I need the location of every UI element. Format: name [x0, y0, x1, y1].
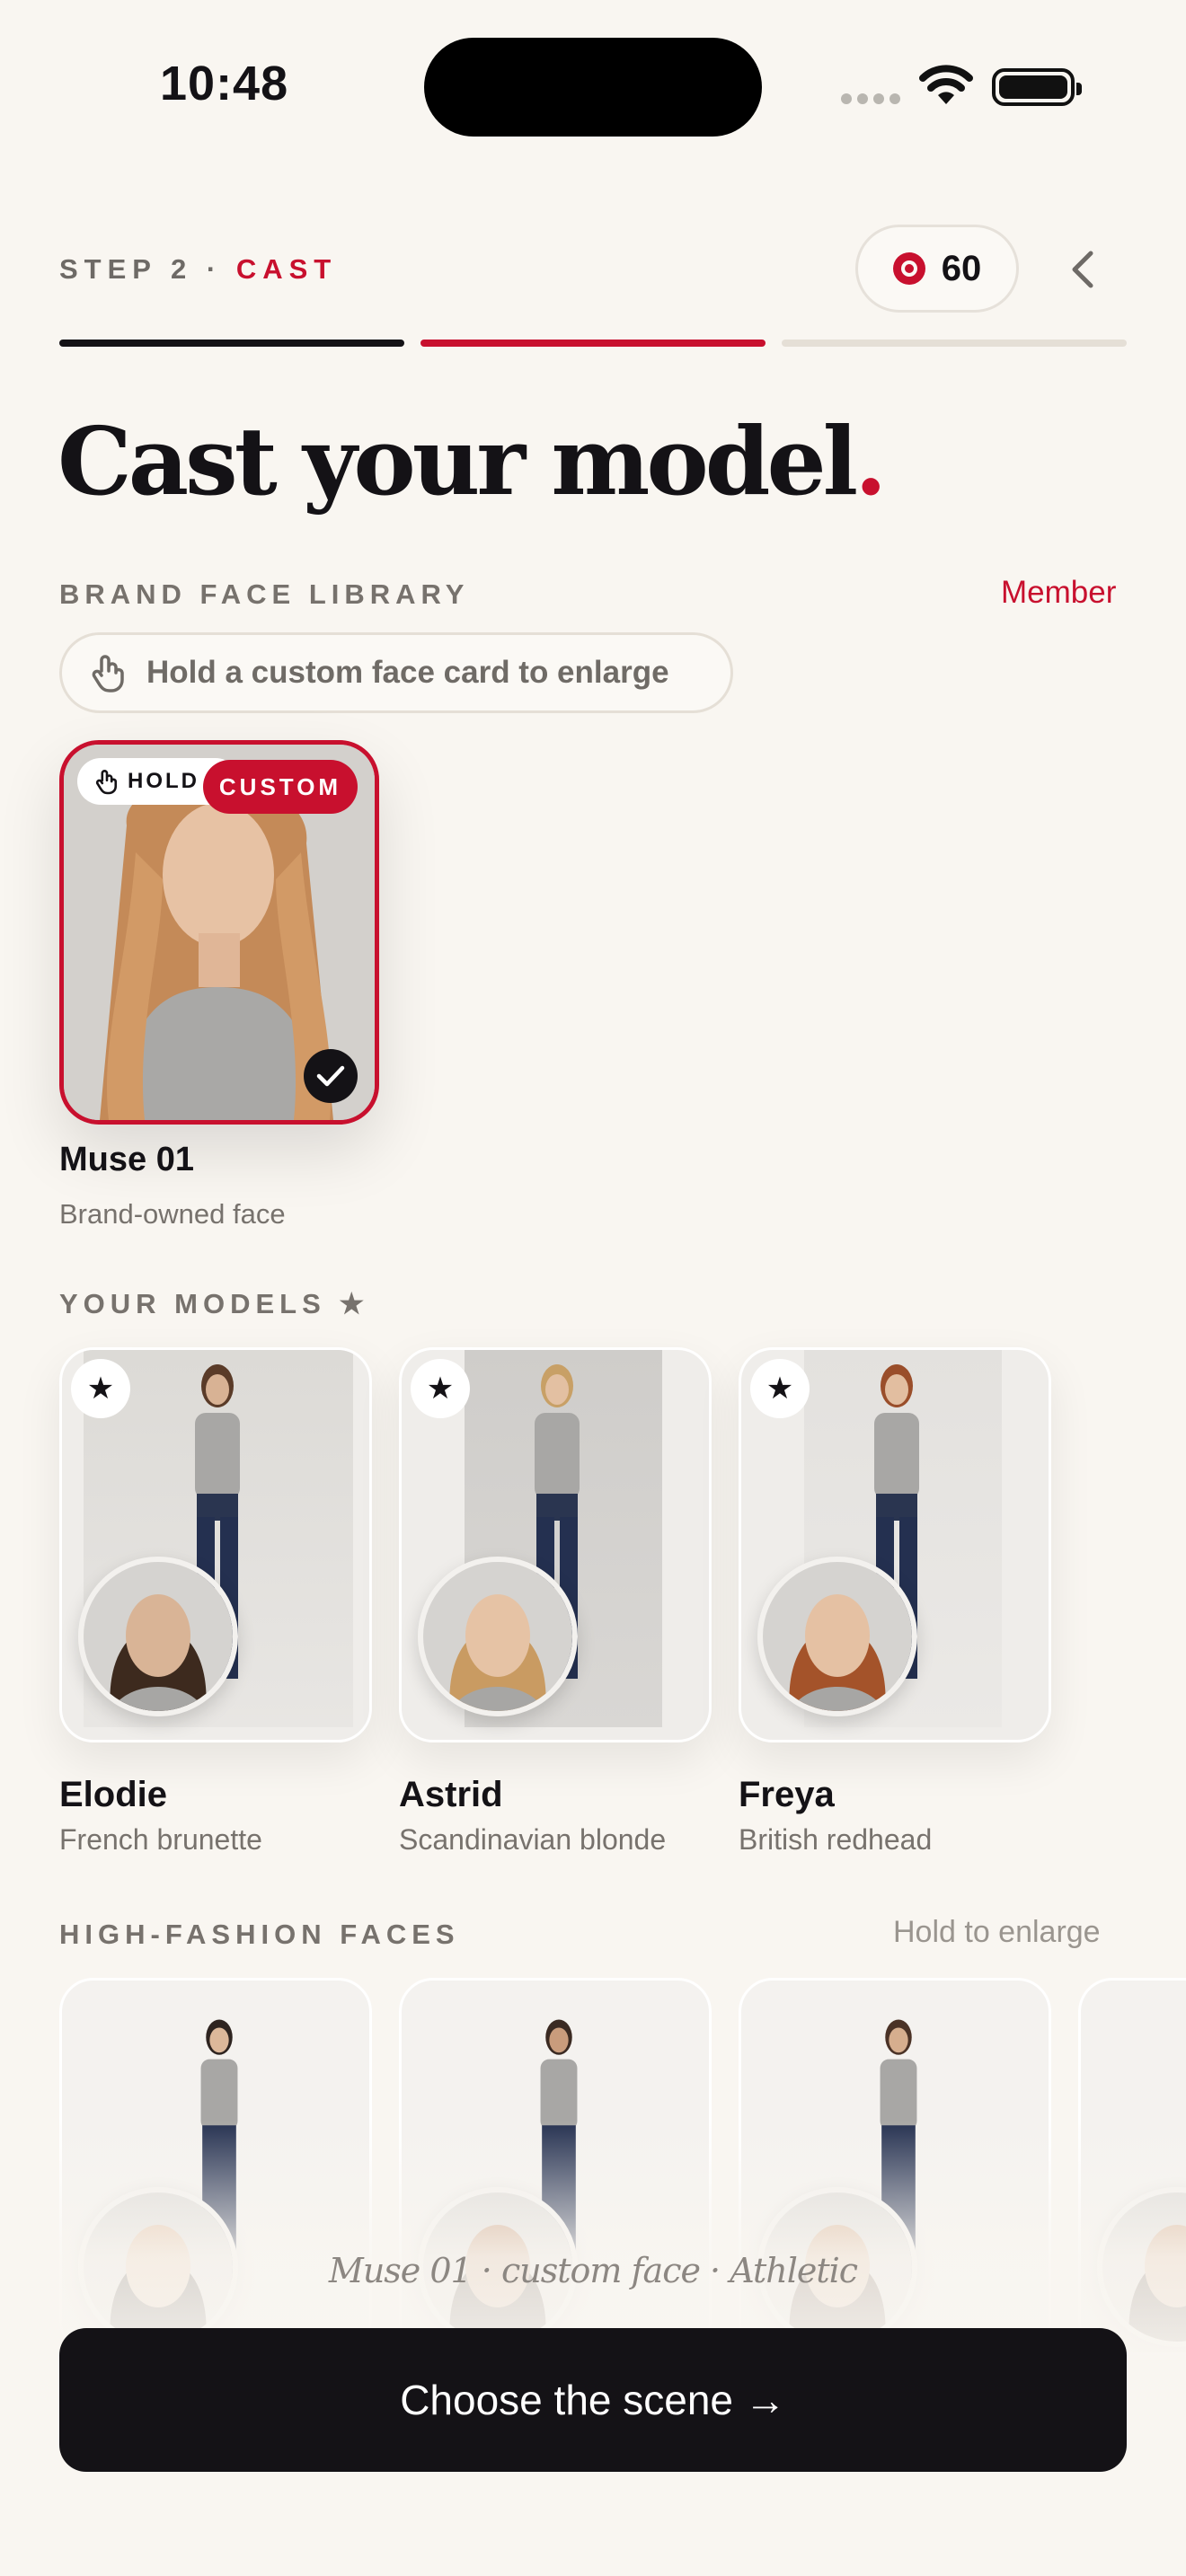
progress-step-3	[782, 340, 1127, 347]
model-name: Freya	[739, 1775, 835, 1814]
status-time: 10:48	[160, 57, 289, 110]
avatar	[78, 1557, 238, 1716]
model-name: Astrid	[399, 1775, 503, 1814]
dynamic-island	[424, 38, 762, 137]
avatar	[757, 1557, 917, 1716]
section-brand-face-library: BRAND FACE LIBRARY	[59, 578, 470, 610]
checkmark-icon	[304, 1049, 358, 1103]
model-subtitle: British redhead	[739, 1823, 933, 1856]
model-subtitle: Scandinavian blonde	[399, 1823, 667, 1856]
star-icon[interactable]: ★	[750, 1359, 810, 1418]
battery-icon	[992, 68, 1082, 106]
section-your-models: YOUR MODELS ★	[59, 1288, 370, 1319]
step-prefix: STEP 2 ·	[59, 253, 236, 285]
hold-badge-text: HOLD	[128, 769, 199, 793]
page-title-dot: .	[854, 406, 887, 516]
progress-step-2	[420, 340, 766, 347]
chevron-left-icon[interactable]	[1060, 243, 1103, 296]
membership-label[interactable]: Member	[1001, 575, 1116, 611]
wifi-icon	[919, 65, 973, 104]
hand-tap-icon	[95, 770, 118, 795]
progress-step-1	[59, 340, 404, 347]
custom-badge: CUSTOM	[203, 760, 358, 814]
face-subtitle: Brand-owned face	[59, 1198, 286, 1230]
hold-to-enlarge-hint: Hold to enlarge	[893, 1915, 1101, 1949]
step-name: CAST	[235, 253, 338, 285]
credits-pill[interactable]: 60	[855, 225, 1019, 313]
star-icon[interactable]: ★	[411, 1359, 470, 1418]
credits-count: 60	[941, 248, 982, 288]
hold-hint-text: Hold a custom face card to enlarge	[146, 655, 669, 690]
section-high-fashion-faces: HIGH-FASHION FACES	[59, 1919, 460, 1950]
page-title-text: Cast your model	[58, 406, 858, 516]
hand-tap-icon	[92, 655, 124, 693]
hold-hint: Hold a custom face card to enlarge	[59, 632, 733, 713]
model-card-freya[interactable]: ★	[739, 1347, 1051, 1742]
model-subtitle: French brunette	[59, 1823, 262, 1856]
star-icon[interactable]: ★	[71, 1359, 130, 1418]
model-card-elodie[interactable]: ★	[59, 1347, 372, 1742]
avatar	[418, 1557, 578, 1716]
page-title: Cast your model.	[58, 406, 887, 516]
model-card-astrid[interactable]: ★	[399, 1347, 712, 1742]
choose-scene-button[interactable]: Choose the scene →	[59, 2328, 1127, 2472]
selection-caption: Muse 01 · custom face · Athletic	[328, 2251, 858, 2290]
credits-icon	[892, 252, 925, 285]
cellular-icon	[841, 93, 900, 104]
model-name: Elodie	[59, 1775, 168, 1814]
face-name: Muse 01	[59, 1141, 194, 1178]
step-indicator: STEP 2 · CAST	[59, 253, 337, 286]
